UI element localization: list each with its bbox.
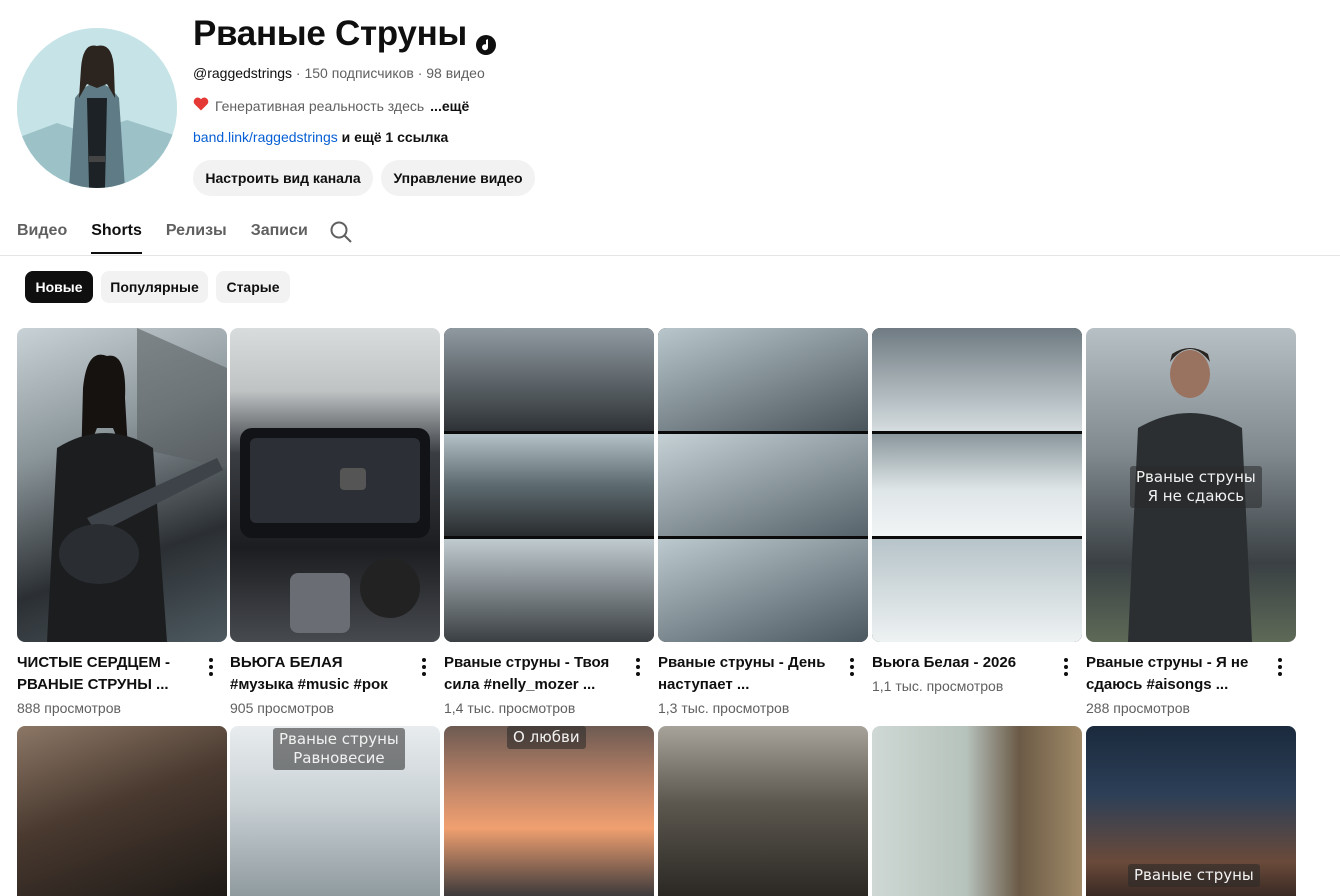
more-vert-icon[interactable] [844,656,860,678]
short-title[interactable]: Вьюга Белая - 2026 [872,652,1050,674]
overlay-line: Рваные струны [279,730,399,748]
tab-releases[interactable]: Релизы [166,212,227,250]
short-views: 888 просмотров [17,700,121,716]
chip-popular[interactable]: Популярные [101,271,208,303]
channel-description[interactable]: Генеративная реальность здесь ...ещё [193,97,469,114]
short-views: 1,1 тыс. просмотров [872,678,1004,694]
thumbnail-overlay-text: Рваные струны Равновесие [273,728,405,770]
channel-meta: @raggedstrings · 150 подписчиков · 98 ви… [193,65,485,81]
short-title[interactable]: ЧИСТЫЕ СЕРДЦЕМ - РВАНЫЕ СТРУНЫ ... [17,652,195,696]
short-title[interactable]: Рваные струны - Я не сдаюсь #aisongs ... [1086,652,1264,696]
tab-posts[interactable]: Записи [251,212,308,250]
short-title[interactable]: Рваные струны - Твоя сила #nelly_mozer .… [444,652,622,696]
description-text: Генеративная реальность здесь [215,97,425,114]
channel-tabs: Видео Shorts Релизы Записи [17,212,332,256]
search-icon[interactable] [329,220,353,244]
channel-handle: @raggedstrings [193,65,293,81]
more-links[interactable]: и ещё 1 ссылка [338,129,449,145]
short-thumbnail[interactable] [658,726,868,896]
short-views: 1,3 тыс. просмотров [658,700,790,716]
tab-shorts[interactable]: Shorts [91,212,142,254]
short-views: 1,4 тыс. просмотров [444,700,576,716]
channel-avatar[interactable] [17,28,177,188]
short-thumbnail[interactable] [17,726,227,896]
tabs-divider [0,255,1340,256]
channel-title: Рваные Струны [193,14,497,55]
short-thumbnail[interactable]: Рваные струны Я не сдаюсь [1086,328,1296,642]
channel-link[interactable]: band.link/raggedstrings [193,129,338,145]
short-thumbnail[interactable] [872,328,1082,642]
chip-newest[interactable]: Новые [25,271,93,303]
more-vert-icon[interactable] [1058,656,1074,678]
more-vert-icon[interactable] [1272,656,1288,678]
description-more-link[interactable]: ...ещё [430,98,469,114]
heart-icon [193,97,209,114]
short-thumbnail[interactable]: Рваные струны Равновесие [230,726,440,896]
short-title[interactable]: ВЬЮГА БЕЛАЯ #музыка #music #рок [230,652,408,696]
overlay-line: Рваные струны [1136,468,1256,486]
more-vert-icon[interactable] [630,656,646,678]
short-thumbnail[interactable] [872,726,1082,896]
tab-videos[interactable]: Видео [17,212,67,250]
chip-oldest[interactable]: Старые [216,271,290,303]
more-vert-icon[interactable] [203,656,219,678]
short-thumbnail[interactable] [444,328,654,642]
overlay-line: Я не сдаюсь [1147,487,1245,505]
manage-videos-button[interactable]: Управление видео [381,160,535,196]
channel-title-text: Рваные Струны [193,14,468,53]
short-views: 288 просмотров [1086,700,1190,716]
avatar-image [17,28,177,188]
short-views: 905 просмотров [230,700,334,716]
overlay-line: Равновесие [293,749,385,767]
short-thumbnail[interactable]: Рваные струны [1086,726,1296,896]
thumbnail-overlay-text: О любви [507,726,586,749]
music-note-badge-icon [475,25,497,55]
channel-links: band.link/raggedstrings и ещё 1 ссылка [193,129,448,145]
customize-channel-button[interactable]: Настроить вид канала [193,160,373,196]
thumbnail-overlay-text: Рваные струны Я не сдаюсь [1130,466,1262,508]
short-title[interactable]: Рваные струны - День наступает ... [658,652,836,696]
channel-stats: · 150 подписчиков · 98 видео [292,65,485,81]
short-thumbnail[interactable] [230,328,440,642]
more-vert-icon[interactable] [416,656,432,678]
short-thumbnail[interactable]: О любви [444,726,654,896]
thumbnail-overlay-text: Рваные струны [1128,864,1260,887]
short-thumbnail[interactable] [658,328,868,642]
short-thumbnail[interactable] [17,328,227,642]
